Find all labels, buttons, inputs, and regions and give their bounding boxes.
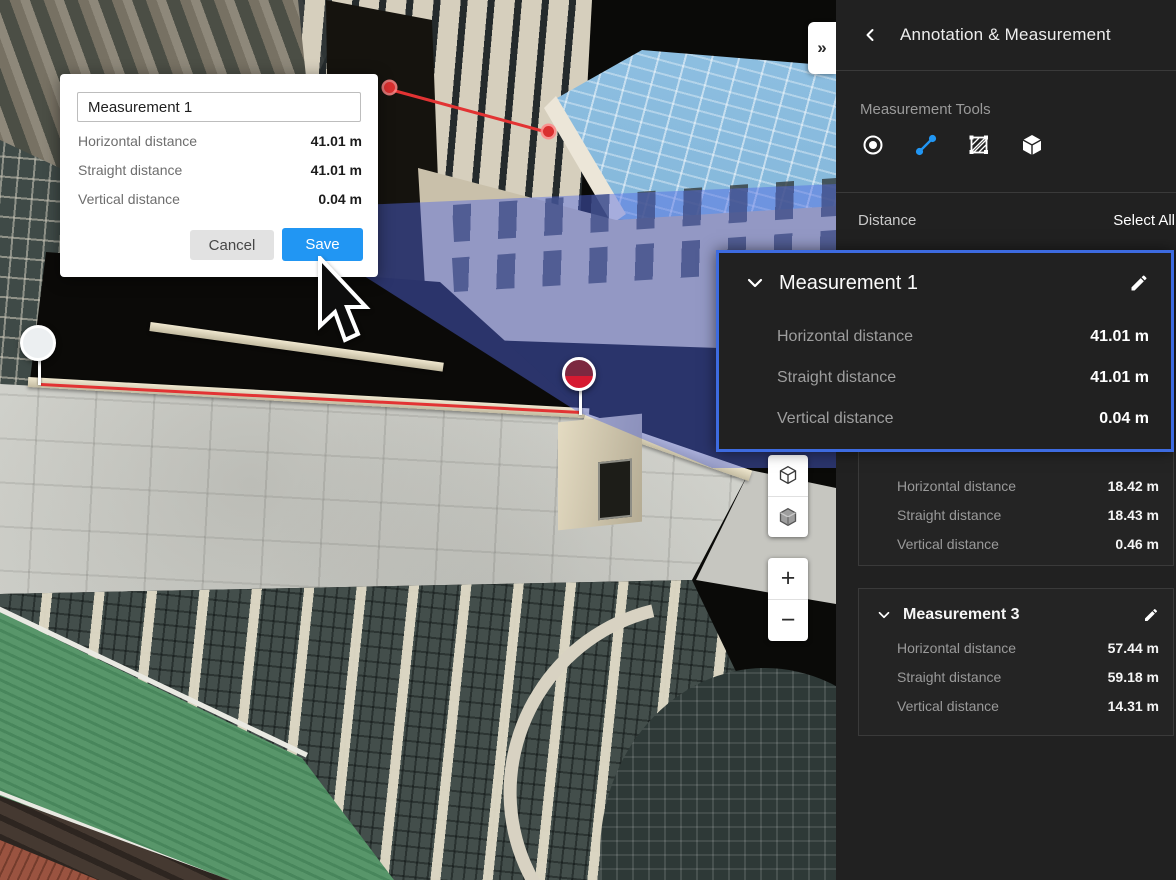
- row-label: Straight distance: [897, 507, 1001, 523]
- card-rows: Horizontal distance 41.01 m Straight dis…: [777, 327, 1149, 429]
- measurement-row: Straight distance 41.01 m: [777, 368, 1149, 388]
- measurement-pin-start[interactable]: [20, 325, 56, 361]
- volume-tool-icon: [1020, 133, 1044, 157]
- distance-section-header: Distance Select All: [836, 193, 1176, 247]
- row-label: Horizontal distance: [897, 640, 1016, 656]
- pencil-icon: [1129, 273, 1149, 293]
- rooftop-door: [598, 459, 632, 521]
- row-label: Vertical distance: [777, 410, 894, 428]
- card-rows: Horizontal distance 57.44 m Straight dis…: [897, 640, 1159, 714]
- minus-icon: −: [781, 608, 796, 633]
- cube-shaded-view-button[interactable]: [768, 496, 808, 538]
- measurement-row: Vertical distance 0.04 m: [777, 409, 1149, 429]
- row-label: Vertical distance: [897, 698, 999, 714]
- measurement-row: Vertical distance 0.04 m: [78, 190, 362, 208]
- row-value: 18.42 m: [1108, 478, 1159, 494]
- point-tool-button[interactable]: [860, 132, 886, 158]
- row-value: 59.18 m: [1108, 669, 1159, 685]
- measurement-row: Vertical distance 14.31 m: [897, 698, 1159, 714]
- volume-tool-button[interactable]: [1019, 132, 1045, 158]
- row-value: 0.04 m: [1099, 410, 1149, 428]
- double-chevron-right-icon: »: [817, 38, 826, 58]
- collapse-toggle[interactable]: [743, 271, 767, 295]
- measurement-edit-popup: Horizontal distance 41.01 m Straight dis…: [60, 74, 378, 277]
- row-label: Vertical distance: [78, 191, 180, 207]
- row-label: Horizontal distance: [897, 478, 1016, 494]
- row-value: 0.04 m: [318, 191, 362, 207]
- distance-tool-button[interactable]: [913, 132, 939, 158]
- measurement-row: Straight distance 59.18 m: [897, 669, 1159, 685]
- measurement-card[interactable]: Measurement 3 Horizontal distance 57.44 …: [858, 588, 1174, 736]
- row-label: Horizontal distance: [777, 328, 913, 346]
- cancel-button[interactable]: Cancel: [190, 230, 274, 260]
- row-label: Horizontal distance: [78, 133, 197, 149]
- chevron-left-icon: [868, 30, 873, 40]
- row-value: 0.46 m: [1115, 536, 1159, 552]
- measurement-row: Straight distance 18.43 m: [897, 507, 1159, 523]
- panel-expand-button[interactable]: »: [808, 22, 836, 74]
- zoom-controls: + −: [768, 558, 808, 641]
- zoom-out-button[interactable]: −: [768, 599, 808, 641]
- chevron-down-icon: [743, 271, 767, 295]
- measurement-row: Horizontal distance 57.44 m: [897, 640, 1159, 656]
- collapse-toggle[interactable]: [875, 606, 893, 624]
- measurement-row: Horizontal distance 41.01 m: [78, 132, 362, 150]
- zoom-in-button[interactable]: +: [768, 558, 808, 599]
- card-header: Measurement 1: [743, 269, 1149, 297]
- row-value: 41.01 m: [1090, 328, 1149, 346]
- panel-title: Annotation & Measurement: [900, 25, 1111, 45]
- measurement-card-selected[interactable]: Measurement 1 Horizontal distance 41.01 …: [716, 250, 1174, 452]
- pin-stem: [38, 360, 41, 385]
- card-header: Measurement 3: [875, 604, 1159, 626]
- pencil-icon: [1143, 607, 1159, 623]
- tools-row: [860, 132, 1176, 158]
- row-value: 41.01 m: [311, 133, 362, 149]
- point-tool-icon: [861, 133, 885, 157]
- measurement-name-input[interactable]: [77, 92, 361, 122]
- measurement-tools-section: Measurement Tools: [836, 71, 1176, 193]
- measurement-vertex-dot[interactable]: [384, 82, 395, 93]
- measurement-row: Horizontal distance 18.42 m: [897, 478, 1159, 494]
- view-mode-buttons: [768, 455, 808, 537]
- measurement-name: Measurement 1: [779, 272, 918, 295]
- app-window: + − » Horizontal distance 41.01 m Straig…: [0, 0, 1176, 880]
- distance-section-label: Distance: [858, 212, 916, 229]
- measurement-row: Horizontal distance 41.01 m: [777, 327, 1149, 347]
- mouse-cursor: [316, 256, 374, 348]
- select-all-button[interactable]: Select All: [1113, 212, 1175, 229]
- row-value: 18.43 m: [1108, 507, 1159, 523]
- measurement-pin-end[interactable]: [562, 357, 596, 391]
- row-label: Straight distance: [777, 369, 896, 387]
- row-label: Straight distance: [78, 162, 182, 178]
- popup-measurement-rows: Horizontal distance 41.01 m Straight dis…: [78, 132, 362, 219]
- edit-button[interactable]: [1143, 607, 1159, 623]
- back-button[interactable]: [860, 25, 880, 45]
- pin-stem: [579, 390, 582, 415]
- row-value: 14.31 m: [1108, 698, 1159, 714]
- measurement-name: Measurement 3: [903, 606, 1020, 624]
- row-label: Vertical distance: [897, 536, 999, 552]
- edit-button[interactable]: [1129, 273, 1149, 293]
- cube-outline-icon: [778, 465, 798, 485]
- measurement-vertex-dot[interactable]: [543, 126, 554, 137]
- tools-section-label: Measurement Tools: [860, 101, 1176, 118]
- area-tool-button[interactable]: [966, 132, 992, 158]
- area-tool-icon: [967, 133, 991, 157]
- measurement-row: Vertical distance 0.46 m: [897, 536, 1159, 552]
- distance-tool-icon: [914, 133, 938, 157]
- panel-header: Annotation & Measurement: [836, 0, 1176, 71]
- row-value: 57.44 m: [1108, 640, 1159, 656]
- plus-icon: +: [781, 566, 796, 591]
- measurement-row: Straight distance 41.01 m: [78, 161, 362, 179]
- chevron-down-icon: [875, 606, 893, 624]
- row-value: 41.01 m: [1090, 369, 1149, 387]
- row-label: Straight distance: [897, 669, 1001, 685]
- cube-view-button[interactable]: [768, 455, 808, 496]
- row-value: 41.01 m: [311, 162, 362, 178]
- cube-shaded-icon: [778, 507, 798, 527]
